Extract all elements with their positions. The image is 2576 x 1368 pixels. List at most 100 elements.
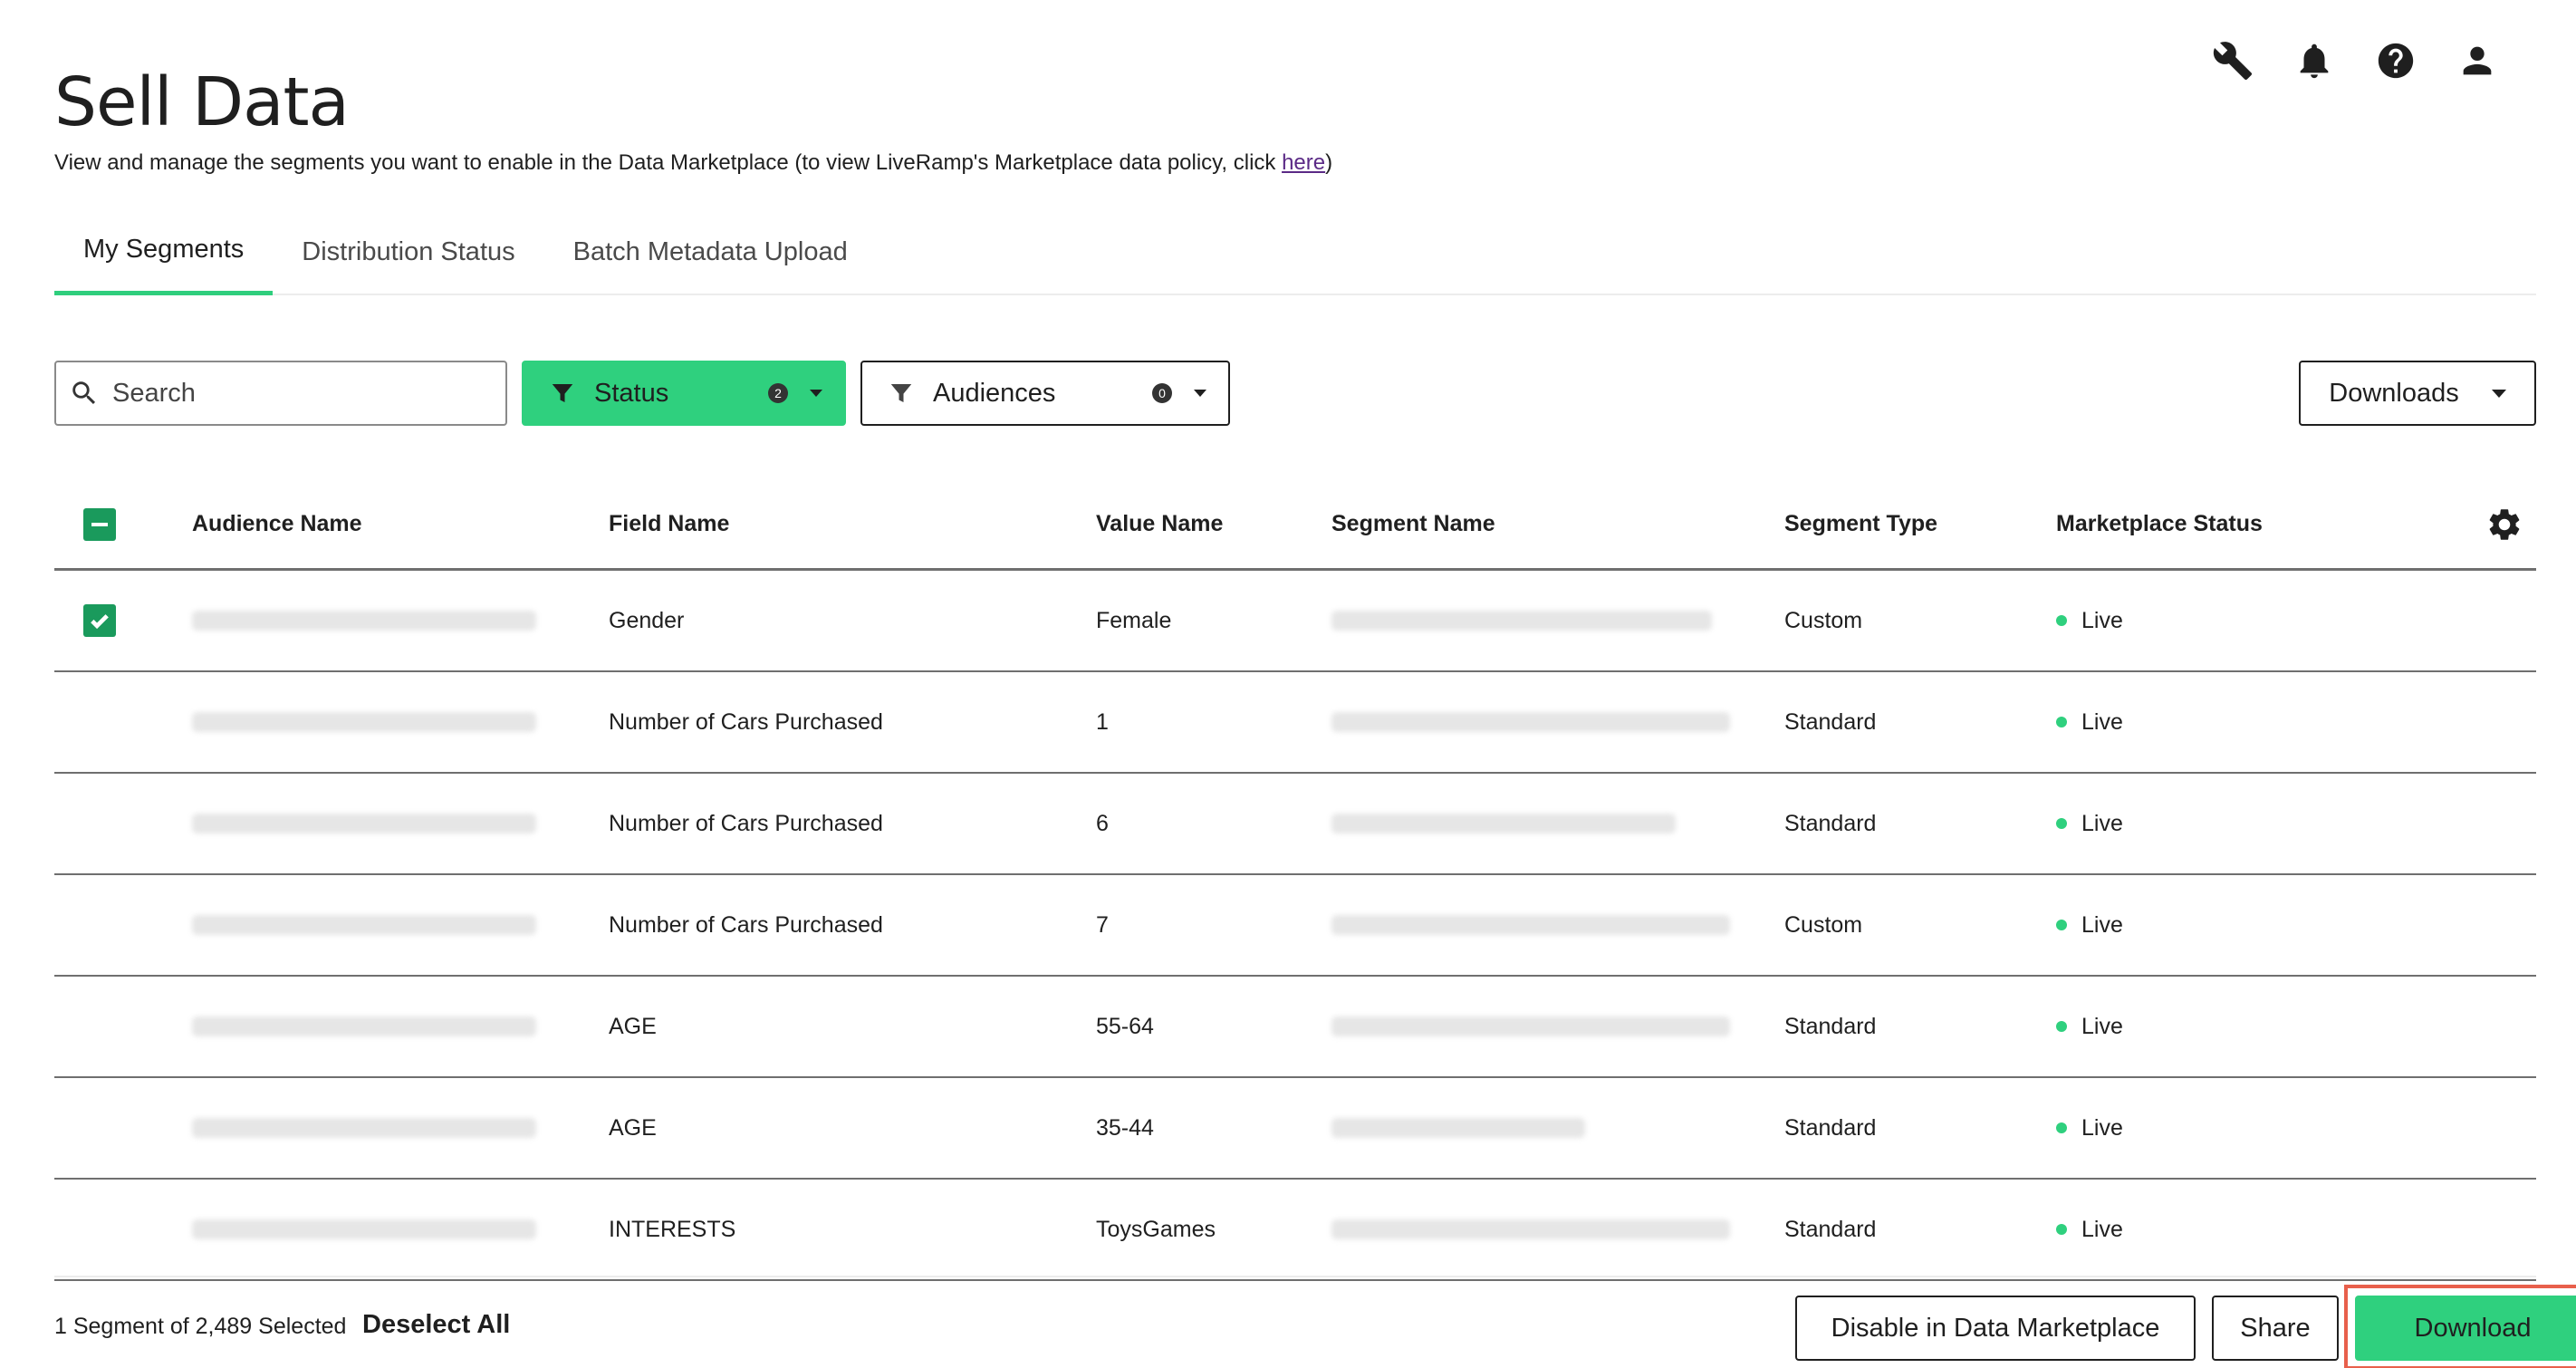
marketplace-status-cell: Live: [2056, 571, 2123, 670]
audience-name-cell: [192, 977, 536, 1076]
segment-type-cell: Custom: [1784, 911, 1863, 938]
status-filter-label: Status: [594, 378, 669, 408]
audience-name-cell: [192, 571, 536, 670]
row-checkbox[interactable]: [83, 1010, 116, 1043]
disable-in-marketplace-button[interactable]: Disable in Data Marketplace: [1795, 1296, 2196, 1361]
table-row[interactable]: Gender Female Custom Live: [54, 571, 2536, 672]
audiences-filter-button[interactable]: Audiences 0: [860, 361, 1230, 426]
search-input[interactable]: [112, 378, 475, 409]
marketplace-status-cell: Live: [2056, 774, 2123, 873]
redacted-segment-name: [1331, 1016, 1730, 1036]
row-checkbox[interactable]: [83, 909, 116, 941]
segment-name-cell: [1331, 571, 1712, 670]
table-body: Gender Female Custom Live Number of Cars Pur…: [54, 571, 2536, 1281]
audience-name-cell: [192, 1078, 536, 1178]
status-dot-icon: [2056, 1122, 2067, 1133]
status-dot-icon: [2056, 615, 2067, 626]
redacted-segment-name: [1331, 712, 1730, 732]
row-select-cell: [83, 774, 116, 873]
segment-type-cell: Custom: [1784, 607, 1863, 633]
downloads-label: Downloads: [2329, 378, 2459, 408]
tab-my-segments[interactable]: My Segments: [54, 208, 274, 295]
help-icon[interactable]: [2375, 40, 2417, 82]
status-dot-icon: [2056, 1021, 2067, 1032]
status-filter-button[interactable]: Status 2: [522, 361, 846, 426]
tab-batch-metadata-upload[interactable]: Batch Metadata Upload: [544, 208, 877, 295]
tab-bar: My Segments Distribution Status Batch Me…: [54, 208, 2536, 295]
status-text: Live: [2081, 1013, 2123, 1039]
value-name-cell: 7: [1096, 911, 1109, 938]
row-checkbox[interactable]: [83, 1112, 116, 1144]
status-text: Live: [2081, 607, 2123, 633]
column-header-field-name[interactable]: Field Name: [609, 480, 729, 568]
redacted-segment-name: [1331, 915, 1730, 935]
table-row[interactable]: Number of Cars Purchased 7 Custom Live: [54, 875, 2536, 977]
status-dot-icon: [2056, 920, 2067, 930]
status-text: Live: [2081, 810, 2123, 836]
chevron-down-icon: [1194, 390, 1206, 397]
selection-footer: 1 Segment of 2,489 Selected Deselect All…: [54, 1276, 2576, 1368]
downloads-dropdown-button[interactable]: Downloads: [2299, 361, 2536, 426]
segment-type-cell: Standard: [1784, 708, 1877, 735]
row-checkbox[interactable]: [83, 604, 116, 637]
status-filter-count: 2: [768, 383, 788, 403]
field-name-cell: Number of Cars Purchased: [609, 810, 883, 836]
table-row[interactable]: INTERESTS ToysGames Standard Live: [54, 1180, 2536, 1281]
segment-type-cell: Standard: [1784, 1013, 1877, 1039]
marketplace-status-cell: Live: [2056, 875, 2123, 975]
table-row[interactable]: AGE 55-64 Standard Live: [54, 977, 2536, 1078]
download-highlight-box: [2344, 1285, 2576, 1368]
tab-distribution-status[interactable]: Distribution Status: [273, 208, 543, 295]
row-checkbox[interactable]: [83, 807, 116, 840]
select-all-checkbox[interactable]: [83, 507, 116, 541]
description-text: View and manage the segments you want to…: [54, 150, 1283, 175]
redacted-audience-name: [192, 611, 536, 631]
table-row[interactable]: AGE 35-44 Standard Live: [54, 1078, 2536, 1180]
status-dot-icon: [2056, 717, 2067, 727]
redacted-segment-name: [1331, 1219, 1730, 1239]
redacted-segment-name: [1331, 814, 1676, 833]
check-icon: [91, 614, 109, 630]
segment-name-cell: [1331, 774, 1676, 873]
field-name-cell: Number of Cars Purchased: [609, 708, 883, 735]
share-button[interactable]: Share: [2212, 1296, 2339, 1361]
segment-name-cell: [1331, 672, 1730, 772]
column-header-value-name[interactable]: Value Name: [1096, 480, 1223, 568]
column-header-marketplace-status[interactable]: Marketplace Status: [2056, 480, 2263, 568]
row-checkbox[interactable]: [83, 706, 116, 738]
policy-link[interactable]: here: [1282, 150, 1325, 175]
segment-name-cell: [1331, 1078, 1585, 1178]
field-name-cell: Gender: [609, 607, 685, 633]
status-text: Live: [2081, 708, 2123, 735]
audiences-filter-count: 0: [1152, 383, 1172, 403]
value-name-cell: Female: [1096, 607, 1172, 633]
segments-table: Audience Name Field Name Value Name Segm…: [54, 480, 2536, 1281]
bell-icon[interactable]: [2293, 40, 2335, 82]
marketplace-status-cell: Live: [2056, 1078, 2123, 1178]
value-name-cell: 35-44: [1096, 1114, 1154, 1141]
indeterminate-icon: [91, 522, 108, 526]
chevron-down-icon: [2491, 389, 2506, 398]
row-select-cell: [83, 1180, 116, 1279]
row-checkbox[interactable]: [83, 1213, 116, 1246]
value-name-cell: 55-64: [1096, 1013, 1154, 1039]
gear-icon[interactable]: [2485, 506, 2523, 544]
table-row[interactable]: Number of Cars Purchased 6 Standard Live: [54, 774, 2536, 875]
deselect-all-button[interactable]: Deselect All: [362, 1310, 510, 1340]
user-icon[interactable]: [2456, 40, 2498, 82]
status-text: Live: [2081, 1216, 2123, 1242]
column-header-segment-name[interactable]: Segment Name: [1331, 480, 1495, 568]
row-select-cell: [83, 672, 116, 772]
column-header-segment-type[interactable]: Segment Type: [1784, 480, 1937, 568]
redacted-segment-name: [1331, 611, 1712, 631]
wrench-icon[interactable]: [2212, 40, 2254, 82]
status-text: Live: [2081, 911, 2123, 938]
table-row[interactable]: Number of Cars Purchased 1 Standard Live: [54, 672, 2536, 774]
column-header-audience-name[interactable]: Audience Name: [192, 480, 362, 568]
filter-icon: [890, 384, 912, 402]
status-dot-icon: [2056, 818, 2067, 829]
field-name-cell: INTERESTS: [609, 1216, 736, 1242]
audience-name-cell: [192, 672, 536, 772]
chevron-down-icon: [810, 390, 822, 397]
field-name-cell: AGE: [609, 1114, 657, 1141]
